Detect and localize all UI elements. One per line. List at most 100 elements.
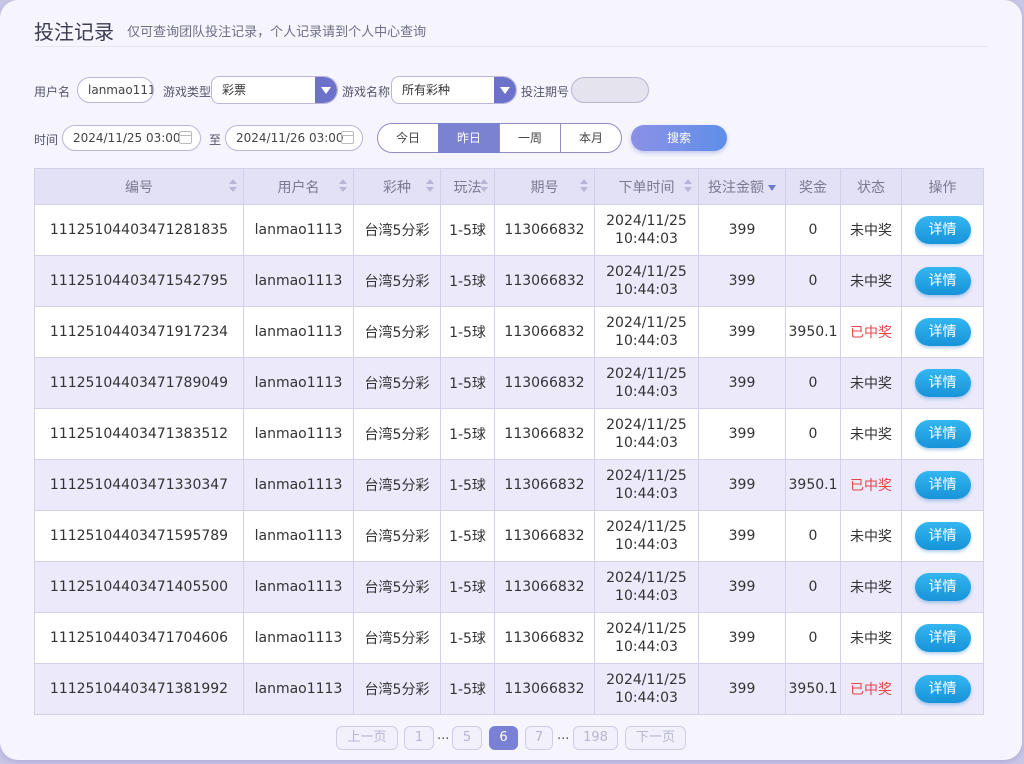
cell-action: 详情 [901,510,984,562]
col-header-id[interactable]: 编号 [34,168,244,205]
next-page-button[interactable]: 下一页 [625,726,686,750]
col-header-prize[interactable]: 奖金 [785,168,841,205]
table-row: 11125104403471704606 lanmao1113 台湾5分彩 1-… [34,612,984,664]
col-header-amount[interactable]: 投注金额 [698,168,786,205]
cell-amount: 399 [698,204,786,256]
detail-button[interactable]: 详情 [914,624,971,652]
cell-status: 未中奖 [840,510,902,562]
cell-lottery: 台湾5分彩 [353,357,441,409]
cell-period: 113066832 [494,408,595,460]
col-header-play[interactable]: 玩法 [440,168,495,205]
cell-user: lanmao1113 [243,663,354,715]
detail-button[interactable]: 详情 [914,369,971,397]
cell-prize: 0 [785,357,841,409]
game-type-select[interactable]: 彩票 [211,76,338,104]
cell-action: 详情 [901,612,984,664]
cell-lottery: 台湾5分彩 [353,204,441,256]
cell-order-time: 2024/11/25 10:44:03 [594,612,699,664]
quick-range-group: 今日 昨日 一周 本月 [377,123,622,153]
cell-period: 113066832 [494,459,595,511]
col-header-order-time[interactable]: 下单时间 [594,168,699,205]
cell-user: lanmao1113 [243,306,354,358]
table-row: 11125104403471405500 lanmao1113 台湾5分彩 1-… [34,561,984,613]
cell-user: lanmao1113 [243,510,354,562]
detail-button[interactable]: 详情 [914,573,971,601]
cell-play: 1-5球 [440,612,495,664]
end-time-value: 2024/11/26 03:00 [236,131,344,145]
period-input[interactable] [571,77,649,103]
page-6-button[interactable]: 6 [489,726,518,750]
page-5-button[interactable]: 5 [452,726,482,750]
col-header-lottery[interactable]: 彩种 [353,168,441,205]
cell-amount: 399 [698,408,786,460]
cell-order-time: 2024/11/25 10:44:03 [594,306,699,358]
sort-icon [684,179,692,192]
cell-action: 详情 [901,459,984,511]
cell-order-time: 2024/11/25 10:44:03 [594,561,699,613]
detail-button[interactable]: 详情 [914,267,971,295]
detail-button[interactable]: 详情 [914,522,971,550]
cell-order-time: 2024/11/25 10:44:03 [594,663,699,715]
page-last-button[interactable]: 198 [573,726,618,750]
table-row: 11125104403471917234 lanmao1113 台湾5分彩 1-… [34,306,984,358]
cell-user: lanmao1113 [243,408,354,460]
range-month-button[interactable]: 本月 [560,123,622,153]
table-row: 11125104403471542795 lanmao1113 台湾5分彩 1-… [34,255,984,307]
page-7-button[interactable]: 7 [525,726,553,750]
pagination: 上一页 1 ... 5 6 7 ... 198 下一页 [0,726,1022,752]
game-type-value: 彩票 [222,83,247,97]
calendar-icon [179,131,192,144]
range-week-button[interactable]: 一周 [499,123,561,153]
cell-prize: 0 [785,408,841,460]
chevron-down-icon [494,77,516,103]
prev-page-button[interactable]: 上一页 [336,726,398,750]
detail-button[interactable]: 详情 [914,420,971,448]
detail-button[interactable]: 详情 [914,216,971,244]
cell-action: 详情 [901,408,984,460]
cell-play: 1-5球 [440,204,495,256]
cell-order-time: 2024/11/25 10:44:03 [594,255,699,307]
detail-button[interactable]: 详情 [914,471,971,499]
sort-icon [480,179,488,192]
cell-lottery: 台湾5分彩 [353,255,441,307]
cell-prize: 0 [785,510,841,562]
cell-status: 未中奖 [840,357,902,409]
cell-period: 113066832 [494,561,595,613]
cell-period: 113066832 [494,663,595,715]
detail-button[interactable]: 详情 [914,675,971,703]
cell-period: 113066832 [494,306,595,358]
cell-play: 1-5球 [440,255,495,307]
cell-prize: 3950.1 [785,663,841,715]
table-header-row: 编号 用户名 彩种 玩法 期号 下单时间 投注金额 奖金 状态 操作 [34,168,984,205]
col-header-user[interactable]: 用户名 [243,168,354,205]
search-button[interactable]: 搜索 [631,125,727,151]
table-row: 11125104403471595789 lanmao1113 台湾5分彩 1-… [34,510,984,562]
range-today-button[interactable]: 今日 [377,123,439,153]
cell-status: 未中奖 [840,255,902,307]
cell-lottery: 台湾5分彩 [353,561,441,613]
cell-prize: 0 [785,255,841,307]
cell-prize: 3950.1 [785,306,841,358]
col-header-period[interactable]: 期号 [494,168,595,205]
page-header: 投注记录 仅可查询团队投注记录，个人记录请到个人中心查询 [34,16,988,47]
cell-action: 详情 [901,255,984,307]
cell-lottery: 台湾5分彩 [353,459,441,511]
end-time-input[interactable]: 2024/11/26 03:00 [225,125,363,151]
username-input[interactable]: lanmao1113 [77,77,154,103]
cell-action: 详情 [901,204,984,256]
start-time-input[interactable]: 2024/11/25 03:00 [62,125,201,151]
col-header-status: 状态 [840,168,902,205]
cell-amount: 399 [698,612,786,664]
game-name-select[interactable]: 所有彩种 [391,76,517,104]
cell-amount: 399 [698,255,786,307]
cell-lottery: 台湾5分彩 [353,510,441,562]
page-1-button[interactable]: 1 [404,726,434,750]
range-yesterday-button[interactable]: 昨日 [438,123,500,153]
detail-button[interactable]: 详情 [914,318,971,346]
cell-id: 11125104403471281835 [34,204,244,256]
pagination-ellipsis: ... [557,728,570,743]
game-name-value: 所有彩种 [402,83,451,97]
table-row: 11125104403471381992 lanmao1113 台湾5分彩 1-… [34,663,984,715]
cell-user: lanmao1113 [243,612,354,664]
cell-play: 1-5球 [440,357,495,409]
